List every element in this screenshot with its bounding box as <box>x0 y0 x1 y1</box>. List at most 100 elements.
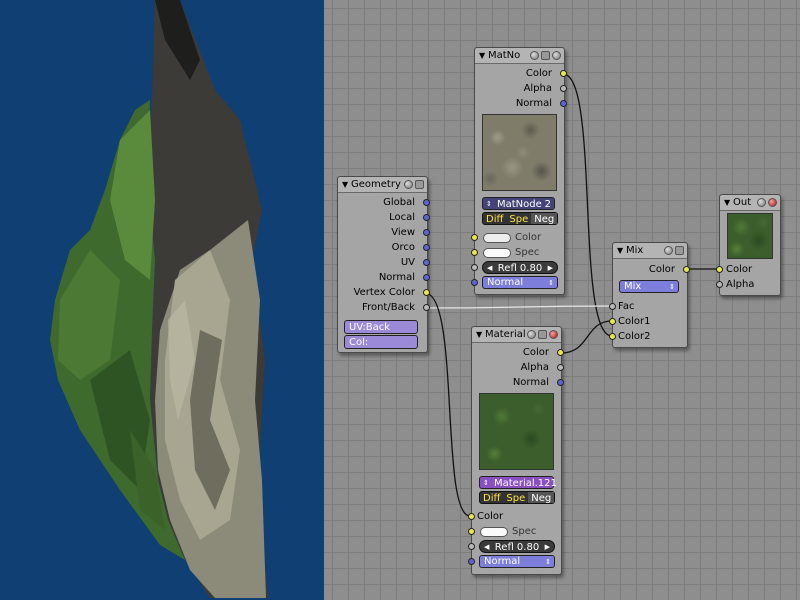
geometry-output-vertex-color-label: Vertex Color <box>353 287 415 298</box>
preview-toggle-icon[interactable] <box>757 198 766 207</box>
matnode-spec-swatch[interactable] <box>483 248 511 258</box>
updown-arrow-icon: ⇕ <box>486 200 492 208</box>
collapse-triangle-icon[interactable]: ▼ <box>617 243 623 258</box>
material-refl-field[interactable]: ◀ Refl 0.80 ▶ <box>479 540 555 553</box>
material-sphere-icon[interactable] <box>552 51 561 60</box>
material-input-normal-socket[interactable] <box>468 558 475 565</box>
material-material-selector[interactable]: ⇕ Material.121 <box>479 476 557 489</box>
material-node[interactable]: ▼ Material Color Alpha Normal ⇕ Material… <box>468 326 564 575</box>
mix-input-fac-socket[interactable] <box>609 303 616 310</box>
material-output-alpha-label: Alpha <box>520 362 549 373</box>
matnode-header[interactable]: ▼ MatNo <box>475 48 564 64</box>
material-input-color-label: Color <box>477 511 504 522</box>
geometry-col-field[interactable]: Col: <box>344 335 418 349</box>
collapse-triangle-icon[interactable]: ▼ <box>479 48 485 63</box>
out-node[interactable]: ▼ Out Color Alpha <box>716 194 781 296</box>
decrement-arrow-icon[interactable]: ◀ <box>484 541 489 554</box>
geometry-output-vertex-color-socket[interactable] <box>423 289 430 296</box>
out-input-alpha-socket[interactable] <box>716 281 723 288</box>
geometry-output-local-label: Local <box>389 212 415 223</box>
out-input-alpha-label: Alpha <box>726 279 755 290</box>
geometry-output-normal-socket[interactable] <box>423 274 430 281</box>
matnode-spec-toggle[interactable]: Spe <box>506 213 531 225</box>
material-output-color-socket[interactable] <box>557 349 564 356</box>
render-output-icon[interactable] <box>768 198 777 207</box>
geometry-output-uv-label: UV <box>400 257 415 268</box>
material-input-refl-socket[interactable] <box>468 543 475 550</box>
matnode-material-name: MatNode <box>497 199 542 210</box>
preview-toggle-icon[interactable] <box>530 51 539 60</box>
matnode-input-normal-socket[interactable] <box>471 279 478 286</box>
material-output-normal-socket[interactable] <box>557 379 564 386</box>
geometry-output-local-socket[interactable] <box>423 214 430 221</box>
hide-sockets-icon[interactable] <box>675 246 684 255</box>
matnode-input-spec-label: Spec <box>515 247 540 258</box>
geometry-output-front-back-socket[interactable] <box>423 304 430 311</box>
matnode-output-alpha-socket[interactable] <box>560 85 567 92</box>
mix-title: Mix <box>626 245 644 256</box>
matnode-title: MatNo <box>488 50 521 61</box>
matnode-input-color-socket[interactable] <box>471 234 478 241</box>
matnode-node[interactable]: ▼ MatNo Color Alpha Normal ⇕ MatNode 2 D… <box>471 47 567 295</box>
3d-viewport[interactable] <box>0 0 324 600</box>
matnode-input-refl-socket[interactable] <box>471 264 478 271</box>
geometry-output-view-socket[interactable] <box>423 229 430 236</box>
matnode-normal-select[interactable]: Normal ⇕ <box>482 276 558 289</box>
matnode-neg-toggle[interactable]: Neg <box>531 213 558 225</box>
out-input-color-socket[interactable] <box>716 266 723 273</box>
mix-blend-select[interactable]: Mix ⇕ <box>619 280 679 293</box>
preview-toggle-icon[interactable] <box>404 180 413 189</box>
geometry-output-orco-label: Orco <box>391 242 415 253</box>
material-neg-toggle[interactable]: Neg <box>528 492 555 504</box>
mix-blend-value: Mix <box>624 281 642 292</box>
mix-input-color2-socket[interactable] <box>609 333 616 340</box>
matnode-output-normal-socket[interactable] <box>560 100 567 107</box>
matnode-output-color-label: Color <box>525 68 552 79</box>
matnode-input-color-label: Color <box>515 232 542 243</box>
geometry-uv-field[interactable]: UV:Back <box>344 320 418 334</box>
mix-input-fac-label: Fac <box>618 301 635 312</box>
hide-sockets-icon[interactable] <box>541 51 550 60</box>
material-output-alpha-socket[interactable] <box>557 364 564 371</box>
collapse-triangle-icon[interactable]: ▼ <box>724 195 730 210</box>
hide-sockets-icon[interactable] <box>415 180 424 189</box>
matnode-color-swatch[interactable] <box>483 233 511 243</box>
material-spec-toggle[interactable]: Spe <box>503 492 528 504</box>
geometry-output-front-back-label: Front/Back <box>362 302 415 313</box>
updown-arrow-icon: ⇕ <box>483 479 489 487</box>
material-diff-toggle[interactable]: Diff <box>480 492 503 504</box>
mix-output-color-socket[interactable] <box>683 266 690 273</box>
material-sphere-icon[interactable] <box>549 330 558 339</box>
material-input-spec-socket[interactable] <box>468 528 475 535</box>
geometry-header[interactable]: ▼ Geometry <box>338 177 427 193</box>
out-input-color-label: Color <box>726 264 753 275</box>
preview-toggle-icon[interactable] <box>527 330 536 339</box>
collapse-triangle-icon[interactable]: ▼ <box>342 177 348 192</box>
increment-arrow-icon[interactable]: ▶ <box>545 541 550 554</box>
increment-arrow-icon[interactable]: ▶ <box>548 262 553 275</box>
material-header[interactable]: ▼ Material <box>472 327 561 343</box>
geometry-node[interactable]: ▼ Geometry Global Local View Orco UV Nor… <box>337 176 430 353</box>
decrement-arrow-icon[interactable]: ◀ <box>487 262 492 275</box>
material-normal-select[interactable]: Normal ⇕ <box>479 555 555 568</box>
matnode-diff-toggle[interactable]: Diff <box>483 213 506 225</box>
mix-header[interactable]: ▼ Mix <box>613 243 687 259</box>
matnode-material-users: 2 <box>544 199 551 210</box>
material-input-color-socket[interactable] <box>468 513 475 520</box>
material-output-normal-label: Normal <box>512 377 549 388</box>
hide-sockets-icon[interactable] <box>538 330 547 339</box>
geometry-output-uv-socket[interactable] <box>423 259 430 266</box>
geometry-output-global-socket[interactable] <box>423 199 430 206</box>
matnode-output-color-socket[interactable] <box>560 70 567 77</box>
preview-toggle-icon[interactable] <box>664 246 673 255</box>
material-spec-swatch[interactable] <box>480 527 508 537</box>
rock-model <box>50 0 268 598</box>
matnode-refl-field[interactable]: ◀ Refl 0.80 ▶ <box>482 261 558 274</box>
collapse-triangle-icon[interactable]: ▼ <box>476 327 482 342</box>
matnode-material-selector[interactable]: ⇕ MatNode 2 <box>482 197 555 210</box>
out-header[interactable]: ▼ Out <box>720 195 780 211</box>
geometry-output-orco-socket[interactable] <box>423 244 430 251</box>
mix-input-color1-socket[interactable] <box>609 318 616 325</box>
mix-node[interactable]: ▼ Mix Color Mix ⇕ Fac Color1 Color2 <box>609 242 690 348</box>
matnode-input-spec-socket[interactable] <box>471 249 478 256</box>
